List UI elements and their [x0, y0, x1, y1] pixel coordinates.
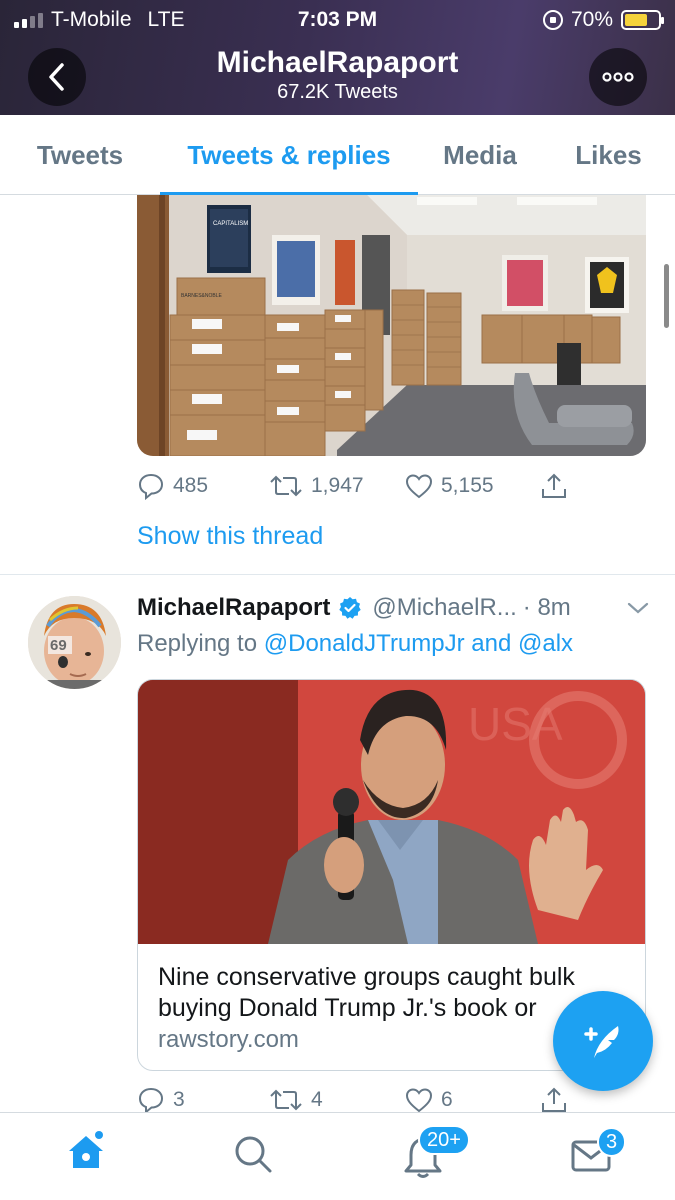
more-button[interactable]	[589, 48, 647, 106]
tab-tweets-replies[interactable]: Tweets & replies	[160, 115, 418, 196]
nav-home[interactable]	[64, 1129, 108, 1178]
reply-icon	[138, 473, 164, 500]
share-button[interactable]	[540, 1086, 568, 1114]
retweet-count: 1,947	[311, 474, 364, 497]
like-button[interactable]: 6	[405, 1087, 540, 1113]
tab-media[interactable]: Media	[418, 115, 542, 195]
more-dots-icon	[602, 72, 634, 82]
battery-percent: 70%	[570, 8, 613, 31]
profile-header: T-Mobile LTE 7:03 PM 70% MichaelRapaport…	[0, 0, 675, 115]
card-title: Nine conservative groups caught bulk buy…	[158, 963, 575, 1022]
tweet-count: 67.2K Tweets	[277, 81, 398, 103]
reply-icon	[138, 1087, 164, 1114]
card-domain: rawstory.com	[158, 1026, 299, 1053]
heart-icon	[405, 1088, 433, 1113]
home-icon	[69, 1131, 103, 1168]
tweet-photo[interactable]: CAPITALISM BARNES&NOBLE	[137, 195, 646, 456]
retweet-count: 4	[311, 1088, 323, 1111]
tweet2-header: MichaelRapaport @MichaelR... · 8m	[137, 594, 571, 622]
tab-tweets[interactable]: Tweets	[0, 115, 160, 195]
show-thread-link[interactable]: Show this thread	[137, 522, 323, 551]
tab-likes[interactable]: Likes	[542, 115, 675, 195]
share-button[interactable]	[540, 472, 568, 500]
retweet-button[interactable]: 1,947	[269, 473, 405, 499]
author-handle[interactable]: @MichaelR...	[372, 594, 516, 622]
reply-and[interactable]: and	[471, 630, 511, 657]
tweet2-actions: 3 4 6	[137, 1086, 568, 1114]
profile-tabs: Tweets Tweets & replies Media Likes	[0, 115, 675, 196]
poster-text: CAPITALISM	[213, 221, 248, 227]
svg-text:69: 69	[50, 637, 67, 654]
retweet-button[interactable]: 4	[269, 1087, 405, 1113]
bottom-navigation: 20+ 3	[0, 1112, 675, 1200]
card-image: USA	[138, 680, 645, 944]
scrollbar[interactable]	[664, 264, 669, 328]
compose-tweet-button[interactable]	[553, 991, 653, 1091]
share-icon	[542, 473, 566, 498]
nav-search[interactable]	[232, 1133, 274, 1180]
page-title: MichaelRapaport	[216, 46, 459, 79]
status-bar: T-Mobile LTE 7:03 PM 70%	[0, 0, 675, 38]
like-count: 6	[441, 1088, 453, 1111]
replying-prefix: Replying to	[137, 630, 258, 657]
tweet1-actions: 485 1,947 5,155	[137, 472, 568, 500]
messages-badge: 3	[597, 1127, 627, 1157]
battery-icon	[621, 10, 664, 30]
box-label-text: BARNES&NOBLE	[181, 293, 223, 299]
like-count: 5,155	[441, 474, 494, 497]
replying-to: Replying to @DonaldJTrumpJr and @alx	[137, 630, 573, 658]
reply-count: 3	[173, 1088, 185, 1111]
share-icon	[542, 1087, 566, 1112]
notifications-badge: 20+	[418, 1125, 470, 1155]
retweet-icon	[270, 1089, 302, 1111]
search-icon	[235, 1136, 272, 1173]
svg-text:USA: USA	[468, 698, 563, 750]
reply-button[interactable]: 485	[137, 472, 269, 500]
heart-icon	[405, 474, 433, 499]
reply-user-link[interactable]: @alx	[518, 630, 573, 657]
avatar[interactable]: 69	[28, 596, 121, 689]
tweet-divider	[0, 574, 675, 575]
tweet-time: · 8m	[522, 594, 571, 621]
compose-feather-icon	[584, 1026, 619, 1058]
orientation-lock-icon	[542, 10, 563, 30]
retweet-icon	[270, 475, 302, 497]
verified-badge-icon	[339, 597, 362, 619]
author-name[interactable]: MichaelRapaport	[137, 594, 330, 622]
chevron-down-icon[interactable]	[626, 600, 650, 616]
reply-count: 485	[173, 474, 209, 497]
reply-button[interactable]: 3	[137, 1086, 269, 1114]
reply-user-link[interactable]: @DonaldJTrumpJr	[264, 630, 465, 657]
like-button[interactable]: 5,155	[405, 473, 540, 499]
